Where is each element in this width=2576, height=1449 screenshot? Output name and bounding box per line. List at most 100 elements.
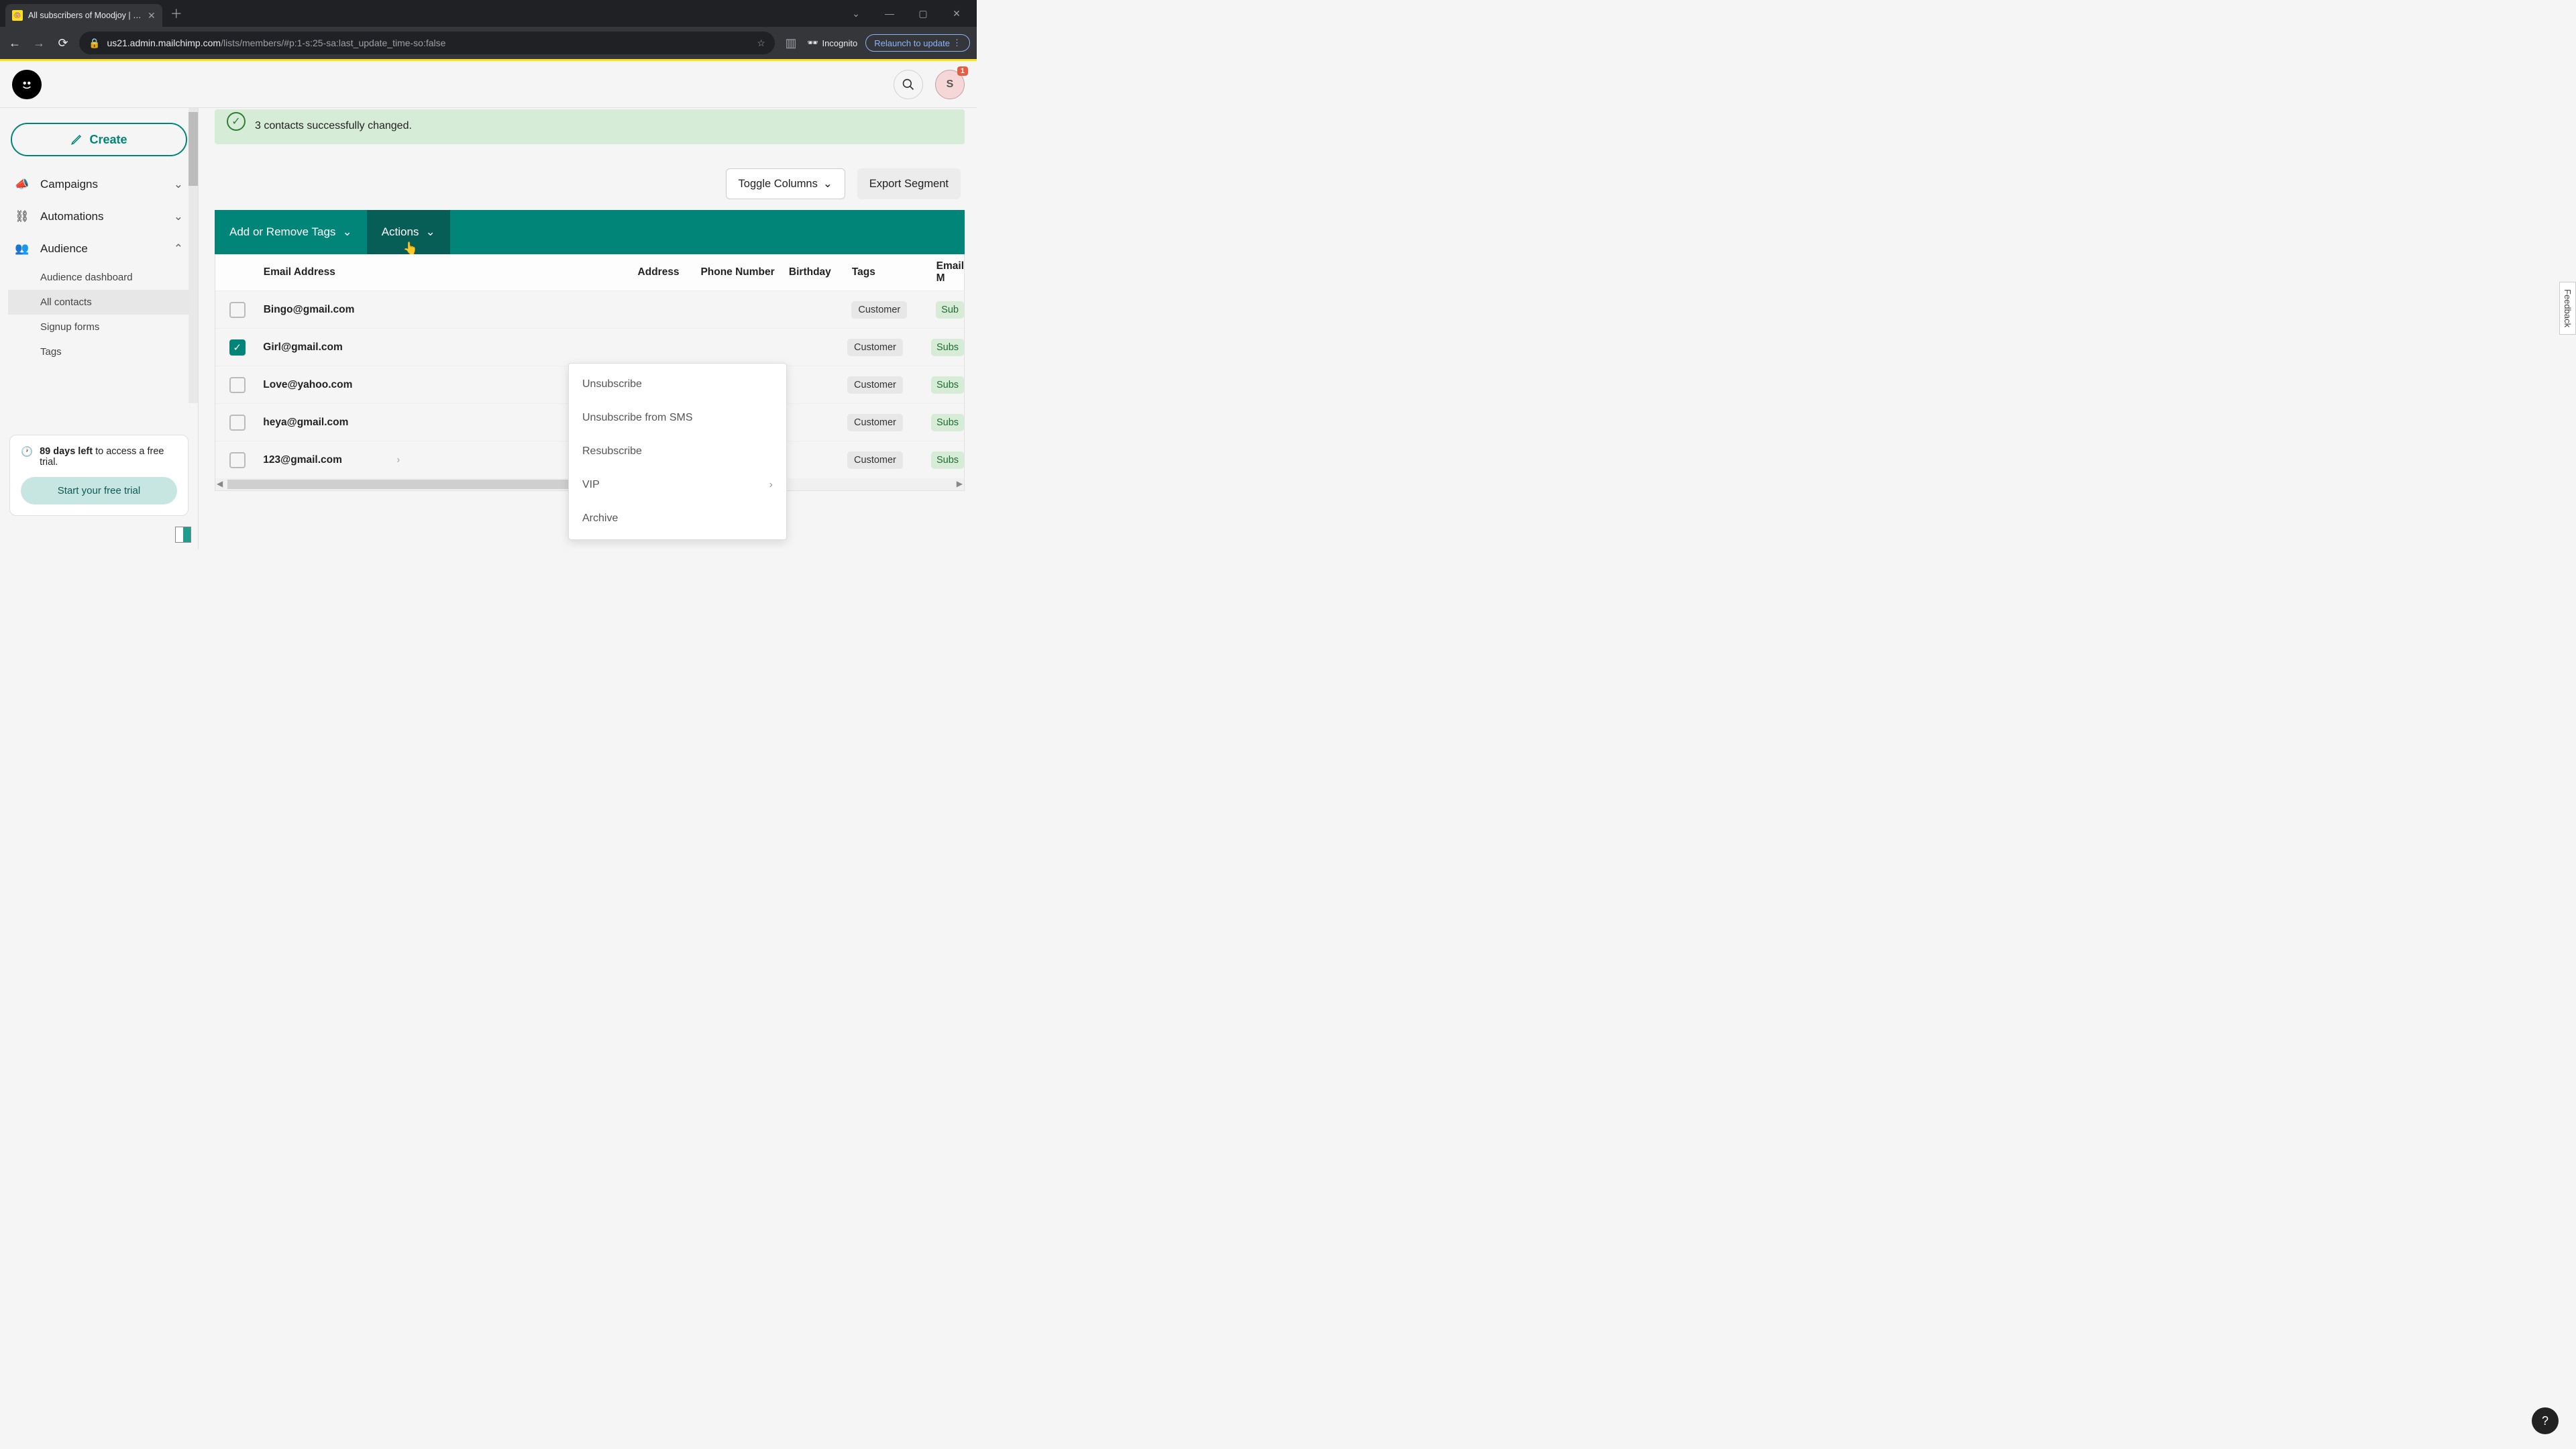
row-checkbox[interactable]	[229, 377, 246, 393]
tab-search-icon[interactable]: ⌄	[847, 8, 865, 19]
row-checkbox[interactable]	[229, 302, 246, 318]
actions-button[interactable]: Actions ⌄ 👆	[367, 210, 450, 254]
workspace: Create 📣 Campaigns ⌄ ⛓ Automations ⌄ 👥 A…	[0, 108, 977, 549]
search-button[interactable]	[894, 70, 923, 99]
cell-email[interactable]: Love@yahoo.com	[259, 379, 409, 391]
sidebar-sub-tags[interactable]: Tags	[8, 339, 190, 364]
incognito-label: Incognito	[822, 38, 857, 48]
actions-button-label: Actions	[382, 225, 419, 239]
tag-pill: Customer	[847, 339, 903, 356]
app-header: S 1	[0, 61, 977, 108]
chevron-down-icon: ⌄	[342, 225, 352, 239]
tag-pill: Customer	[851, 301, 907, 319]
tag-pill: Customer	[847, 451, 903, 469]
cursor-icon: 👆	[403, 241, 418, 256]
forward-icon[interactable]: →	[31, 36, 47, 50]
notification-badge: 1	[957, 66, 968, 76]
menu-item-unsubscribe[interactable]: Unsubscribe	[569, 368, 786, 401]
chevron-right-icon[interactable]: ›	[396, 454, 409, 466]
menu-item-resubscribe[interactable]: Resubscribe	[569, 435, 786, 468]
start-trial-button[interactable]: Start your free trial	[21, 477, 177, 504]
sidebar-sub-audience-dashboard[interactable]: Audience dashboard	[8, 265, 190, 290]
sidebar-sub-signup-forms[interactable]: Signup forms	[8, 315, 190, 339]
chevron-down-icon: ⌄	[174, 210, 183, 223]
controls-row: Toggle Columns ⌄ Export Segment	[219, 168, 961, 199]
sidebar-item-campaigns[interactable]: 📣 Campaigns ⌄	[8, 168, 190, 201]
audience-icon: 👥	[15, 242, 31, 256]
status-pill: Sub	[936, 301, 964, 319]
th-phone[interactable]: Phone Number	[700, 266, 788, 278]
chevron-down-icon: ⌄	[425, 225, 435, 239]
menu-item-label: VIP	[582, 479, 600, 491]
status-pill: Subs	[931, 451, 964, 469]
th-tags[interactable]: Tags	[852, 266, 936, 278]
browser-chrome: 🐵 All subscribers of Moodjoy | Ma ✕ ＋ ⌄ …	[0, 0, 977, 59]
browser-tab[interactable]: 🐵 All subscribers of Moodjoy | Ma ✕	[5, 4, 162, 27]
toggle-columns-button[interactable]: Toggle Columns ⌄	[726, 168, 845, 199]
scroll-right-icon[interactable]: ▶	[957, 479, 963, 488]
sidebar-item-automations[interactable]: ⛓ Automations ⌄	[8, 201, 190, 233]
cell-email[interactable]: heya@gmail.com	[259, 417, 409, 429]
sidebar-scrollbar[interactable]	[189, 108, 198, 403]
theme-swatch-icon[interactable]	[175, 527, 191, 543]
address-bar: ← → ⟳ 🔒 us21.admin.mailchimp.com/lists/m…	[0, 27, 977, 59]
url-host: us21.admin.mailchimp.com	[107, 38, 221, 48]
minimize-icon[interactable]: ―	[880, 8, 899, 19]
search-icon	[902, 78, 915, 91]
table-row[interactable]: ✓ Girl@gmail.com Customer Subs	[215, 328, 964, 366]
cell-email[interactable]: Girl@gmail.com	[259, 341, 409, 354]
url-path: /lists/members/#p:1-s:25-sa:last_update_…	[221, 38, 445, 48]
menu-item-archive[interactable]: Archive	[569, 502, 786, 535]
tag-pill: Customer	[847, 376, 903, 394]
sidebar-item-label: Campaigns	[40, 178, 98, 191]
row-checkbox[interactable]: ✓	[229, 339, 246, 356]
chevron-down-icon: ⌄	[174, 178, 183, 191]
th-birthday[interactable]: Birthday	[789, 266, 852, 278]
cell-email[interactable]: 123@gmail.com	[263, 454, 342, 466]
banner-text: 3 contacts successfully changed.	[255, 120, 412, 132]
tab-title: All subscribers of Moodjoy | Ma	[28, 11, 142, 20]
menu-item-unsubscribe-sms[interactable]: Unsubscribe from SMS	[569, 401, 786, 435]
automation-icon: ⛓	[15, 210, 31, 223]
status-pill: Subs	[931, 414, 964, 431]
add-remove-tags-button[interactable]: Add or Remove Tags ⌄	[215, 210, 367, 254]
th-email[interactable]: Email Address	[260, 266, 411, 278]
new-tab-button[interactable]: ＋	[170, 5, 182, 22]
status-pill: Subs	[931, 376, 964, 394]
reload-icon[interactable]: ⟳	[55, 36, 71, 50]
maximize-icon[interactable]: ▢	[914, 8, 932, 19]
help-button[interactable]: ?	[2532, 1407, 2559, 1434]
mailchimp-logo[interactable]	[12, 70, 42, 99]
table-row[interactable]: Bingo@gmail.com Customer Sub	[215, 290, 964, 328]
close-window-icon[interactable]: ✕	[947, 8, 966, 19]
row-checkbox[interactable]	[229, 415, 246, 431]
cell-email[interactable]: Bingo@gmail.com	[260, 304, 411, 316]
url-field[interactable]: 🔒 us21.admin.mailchimp.com/lists/members…	[79, 32, 775, 54]
relaunch-label: Relaunch to update	[874, 38, 950, 48]
pencil-icon	[70, 133, 83, 146]
check-circle-icon: ✓	[227, 112, 246, 131]
menu-item-vip[interactable]: VIP ›	[569, 468, 786, 502]
bookmark-icon[interactable]: ☆	[757, 38, 765, 49]
scroll-left-icon[interactable]: ◀	[217, 479, 223, 488]
back-icon[interactable]: ←	[7, 36, 23, 50]
feedback-tab[interactable]: Feedback	[2559, 282, 2576, 335]
sidebar-sub-all-contacts[interactable]: All contacts	[8, 290, 190, 315]
th-email-marketing[interactable]: Email M	[936, 260, 964, 284]
relaunch-button[interactable]: Relaunch to update ⋮	[865, 34, 970, 52]
lock-icon: 🔒	[89, 38, 100, 49]
extensions-icon[interactable]: ▥	[783, 36, 799, 50]
th-address[interactable]: Address	[638, 266, 701, 278]
window-controls: ⌄ ― ▢ ✕	[847, 8, 971, 19]
sidebar-item-audience[interactable]: 👥 Audience ⌃	[8, 233, 190, 265]
trial-card: 🕐 89 days left to access a free trial. S…	[9, 435, 189, 516]
bulk-action-bar: Add or Remove Tags ⌄ Actions ⌄ 👆	[215, 210, 965, 254]
avatar[interactable]: S 1	[935, 70, 965, 99]
table-header: Email Address Address Phone Number Birth…	[215, 254, 964, 290]
export-segment-button[interactable]: Export Segment	[857, 168, 961, 199]
mailchimp-favicon: 🐵	[12, 10, 23, 21]
incognito-badge: 🕶 Incognito	[807, 38, 857, 48]
row-checkbox[interactable]	[229, 452, 246, 468]
close-icon[interactable]: ✕	[148, 10, 156, 21]
create-button[interactable]: Create	[11, 123, 187, 156]
